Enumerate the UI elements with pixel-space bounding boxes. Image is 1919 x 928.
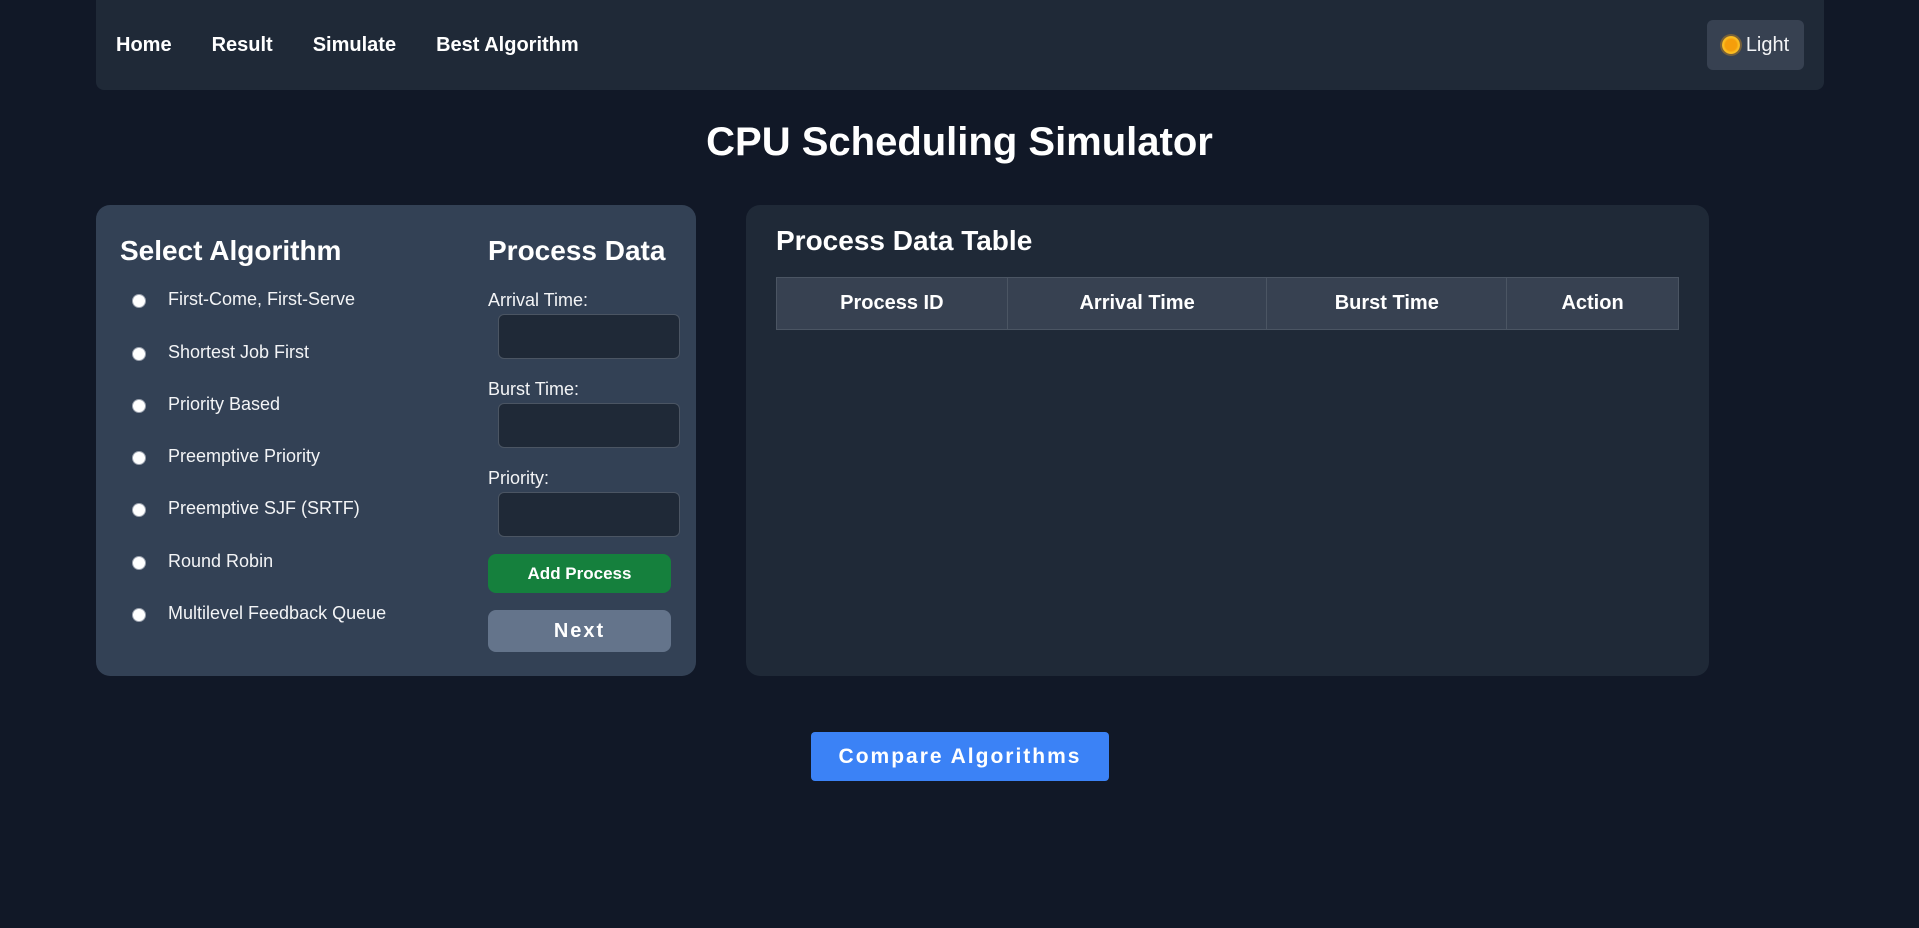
process-table-panel: Process Data Table Process ID Arrival Ti… <box>746 205 1709 676</box>
theme-toggle-label: Light <box>1745 33 1790 56</box>
priority-label: Priority: <box>488 468 550 488</box>
radio-button[interactable] <box>132 347 146 361</box>
theme-toggle-button[interactable]: Light <box>1707 20 1804 70</box>
arrival-time-input[interactable] <box>498 314 680 359</box>
page-title: CPU Scheduling Simulator <box>706 120 1213 164</box>
radio-button[interactable] <box>132 451 146 465</box>
column-header-action: Action <box>1506 277 1679 330</box>
radio-button[interactable] <box>132 399 146 413</box>
add-process-button[interactable]: Add Process <box>488 554 671 593</box>
burst-time-label: Burst Time: <box>488 379 580 399</box>
nav-link-home[interactable]: Home <box>116 34 172 57</box>
nav-links: Home Result Simulate Best Algorithm <box>116 34 579 57</box>
process-data-heading: Process Data <box>488 235 666 266</box>
radio-button[interactable] <box>132 556 146 570</box>
algorithm-option-label: Shortest Job First <box>168 342 310 362</box>
table-header-row: Process ID Arrival Time Burst Time Actio… <box>776 277 1679 330</box>
column-header-process-id: Process ID <box>776 277 1008 330</box>
radio-button[interactable] <box>132 294 146 308</box>
nav-link-result[interactable]: Result <box>212 34 273 57</box>
column-header-arrival-time: Arrival Time <box>1006 277 1268 330</box>
burst-time-input[interactable] <box>498 403 680 448</box>
column-header-burst-time: Burst Time <box>1266 277 1508 330</box>
top-navbar: Home Result Simulate Best Algorithm Ligh… <box>96 0 1824 90</box>
sun-icon <box>1721 36 1740 54</box>
algorithm-option-label: Multilevel Feedback Queue <box>168 603 387 623</box>
algorithm-option-label: Round Robin <box>168 551 274 571</box>
nav-link-simulate[interactable]: Simulate <box>313 34 396 57</box>
priority-input[interactable] <box>498 492 680 537</box>
algorithm-option-label: Preemptive SJF (SRTF) <box>168 498 360 518</box>
input-panel: Select Algorithm First-Come, First-Serve… <box>96 205 696 676</box>
select-algorithm-heading: Select Algorithm <box>120 235 342 266</box>
process-data-table: Process ID Arrival Time Burst Time Actio… <box>776 277 1679 330</box>
radio-button[interactable] <box>132 503 146 517</box>
algorithm-option-label: Priority Based <box>168 394 281 414</box>
nav-link-best-algorithm[interactable]: Best Algorithm <box>436 34 579 57</box>
algorithm-option-label: First-Come, First-Serve <box>168 289 356 309</box>
next-button[interactable]: Next <box>488 610 671 652</box>
arrival-time-label: Arrival Time: <box>488 290 589 310</box>
radio-button[interactable] <box>132 608 146 622</box>
algorithm-option-label: Preemptive Priority <box>168 446 321 466</box>
process-table-title: Process Data Table <box>776 225 1033 256</box>
compare-algorithms-button[interactable]: Compare Algorithms <box>811 732 1109 781</box>
